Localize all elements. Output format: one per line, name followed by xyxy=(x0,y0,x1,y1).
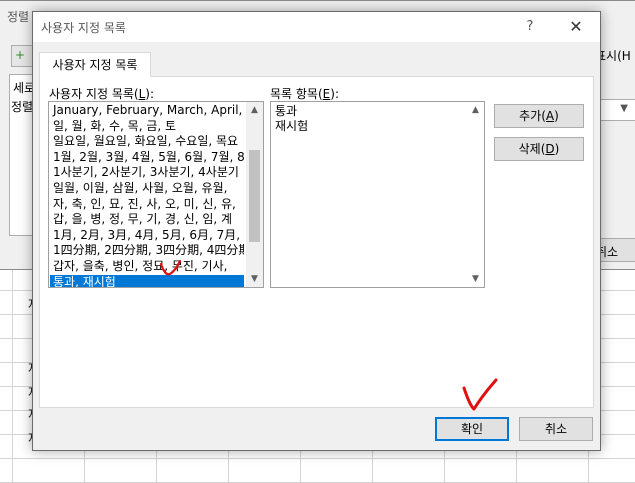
order-combobox[interactable]: ▼ xyxy=(595,99,635,121)
custom-lists-listbox[interactable]: January, February, March, April, Ma 일, 월,… xyxy=(48,101,264,288)
list-item[interactable]: 일월, 이월, 삼월, 사월, 오월, 유월, xyxy=(50,181,244,197)
scroll-down-icon[interactable]: ▼ xyxy=(467,271,484,287)
list-entries-text: 통과 재시험 xyxy=(275,104,308,134)
list-item[interactable]: 1사분기, 2사분기, 3사분기, 4사분기 xyxy=(50,165,244,181)
sort-dialog-title: 정렬 xyxy=(7,10,30,24)
custom-lists-items: January, February, March, April, Ma 일, 월,… xyxy=(50,103,244,287)
list-entries-textbox[interactable]: 통과 재시험 ▲ ▼ xyxy=(270,101,485,288)
list-entries-label: 목록 항목(E): xyxy=(270,87,339,101)
list-item[interactable]: 1月, 2月, 3月, 4月, 5月, 6月, 7月, 8 xyxy=(50,228,244,244)
custom-lists-dialog: 사용자 지정 목록 ? ✕ 사용자 지정 목록 사용자 지정 목록(L): 목록… xyxy=(32,11,601,451)
add-level-icon: + xyxy=(15,48,26,62)
list-item[interactable]: 자, 축, 인, 묘, 진, 사, 오, 미, 신, 유, xyxy=(50,197,244,213)
ok-button[interactable]: 확인 xyxy=(435,417,509,441)
chevron-down-icon: ▼ xyxy=(620,103,628,114)
list-item[interactable]: 1월, 2월, 3월, 4월, 5월, 6월, 7월, 8 xyxy=(50,150,244,166)
custom-lists-label: 사용자 지정 목록(L): xyxy=(49,87,155,101)
help-icon[interactable]: ? xyxy=(516,16,544,38)
close-icon[interactable]: ✕ xyxy=(561,16,591,38)
dialog-titlebar: 사용자 지정 목록 ? ✕ xyxy=(33,12,600,42)
listbox-scrollbar[interactable]: ▲ ▼ xyxy=(246,102,263,287)
scroll-thumb[interactable] xyxy=(249,150,260,242)
list-item[interactable]: 갑, 을, 병, 정, 무, 기, 경, 신, 임, 계 xyxy=(50,212,244,228)
cancel-button[interactable]: 취소 xyxy=(519,417,593,441)
list-entry-line: 재시험 xyxy=(275,119,309,133)
tab-custom-lists[interactable]: 사용자 지정 목록 xyxy=(39,52,151,77)
delete-button[interactable]: 삭제(D) xyxy=(494,137,584,161)
scroll-up-icon[interactable]: ▲ xyxy=(246,102,263,118)
entries-scrollbar[interactable]: ▲ ▼ xyxy=(467,102,484,287)
list-item[interactable]: 갑자, 을축, 병인, 정묘, 무진, 기사, xyxy=(50,259,244,275)
sort-row-label: 정렬 xyxy=(11,100,34,114)
list-item[interactable]: 1四分期, 2四分期, 3四分期, 4四分期 xyxy=(50,243,244,259)
dialog-title: 사용자 지정 목록 xyxy=(41,21,126,35)
list-item[interactable]: 통과, 재시험 xyxy=(50,274,244,287)
list-item[interactable]: 일요일, 월요일, 화요일, 수요일, 목요 xyxy=(50,134,244,150)
scroll-down-icon[interactable]: ▼ xyxy=(246,271,263,287)
add-button[interactable]: 추가(A) xyxy=(494,104,584,128)
list-item[interactable]: January, February, March, April, Ma xyxy=(50,103,244,119)
list-entry-line: 통과 xyxy=(275,104,298,118)
list-item[interactable]: 일, 월, 화, 수, 목, 금, 토 xyxy=(50,119,244,135)
scroll-up-icon[interactable]: ▲ xyxy=(467,102,484,118)
